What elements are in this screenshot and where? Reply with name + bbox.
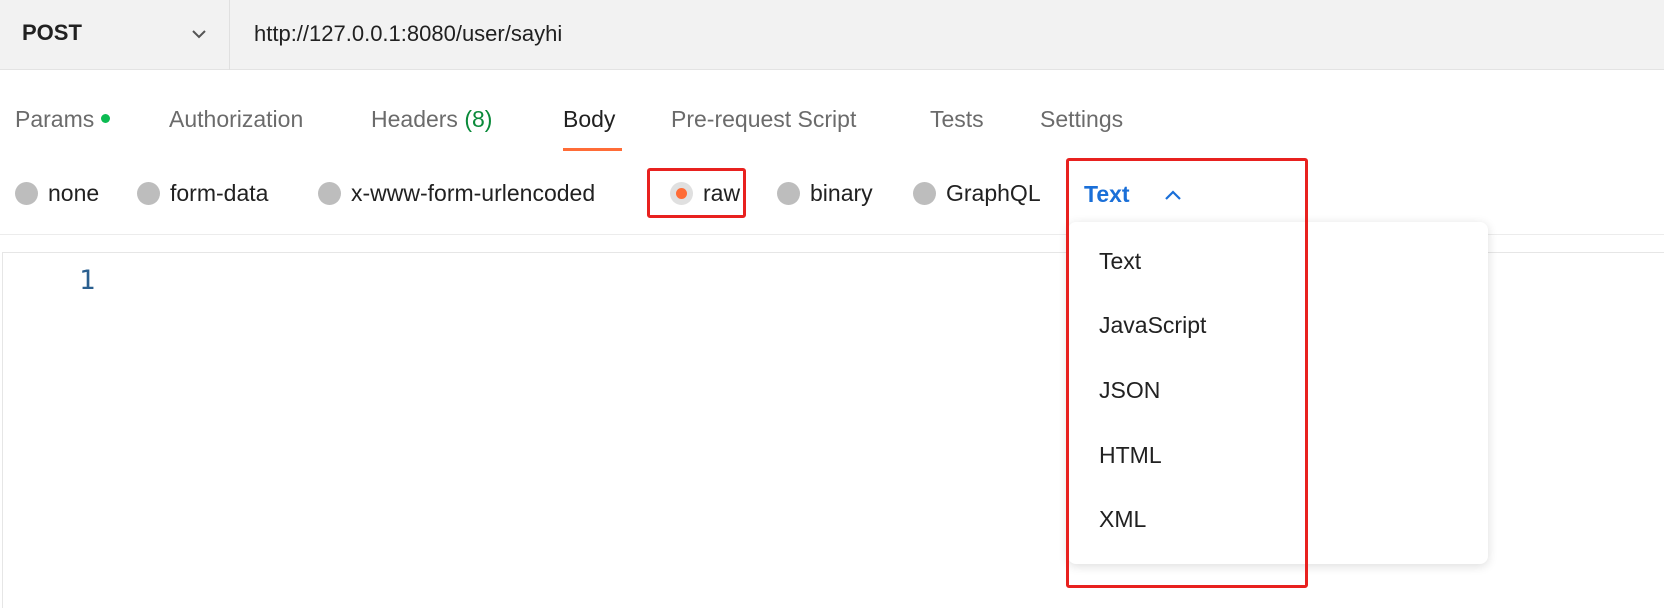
- raw-language-dropdown-menu: Text JavaScript JSON HTML XML: [1068, 222, 1488, 564]
- menu-item-label: JSON: [1099, 377, 1161, 403]
- body-type-raw-label: raw: [703, 180, 741, 206]
- menu-item-label: HTML: [1099, 442, 1162, 468]
- url-input[interactable]: [231, 0, 1661, 68]
- menu-item-xml[interactable]: XML: [1068, 492, 1488, 548]
- menu-item-label: XML: [1099, 506, 1147, 532]
- tab-pre-request-script[interactable]: Pre-request Script: [671, 106, 856, 133]
- body-type-binary-label: binary: [810, 180, 873, 206]
- request-bar: POST: [0, 0, 1664, 70]
- tab-headers-label: Headers: [371, 106, 458, 132]
- radio-button[interactable]: [137, 182, 160, 205]
- tab-authorization-label: Authorization: [169, 106, 304, 132]
- tab-headers[interactable]: Headers (8): [371, 106, 492, 133]
- radio-button-selected[interactable]: [670, 182, 693, 205]
- radio-button[interactable]: [777, 182, 800, 205]
- body-type-form-data-label: form-data: [170, 180, 269, 206]
- raw-language-selected-label: Text: [1084, 181, 1130, 207]
- chevron-down-icon: [192, 30, 206, 39]
- body-type-graphql-label: GraphQL: [946, 180, 1041, 206]
- method-select[interactable]: POST: [0, 0, 230, 70]
- tab-tests-label: Tests: [930, 106, 984, 132]
- tab-params-label: Params: [15, 106, 95, 132]
- tab-params[interactable]: Params: [15, 106, 111, 133]
- body-type-urlencoded-label: x-www-form-urlencoded: [351, 180, 596, 206]
- tab-settings[interactable]: Settings: [1040, 106, 1123, 133]
- menu-item-html[interactable]: HTML: [1068, 428, 1488, 484]
- line-number: 1: [79, 265, 96, 296]
- tab-authorization[interactable]: Authorization: [169, 106, 303, 133]
- menu-item-json[interactable]: JSON: [1068, 363, 1488, 419]
- headers-count-badge: (8): [464, 106, 493, 132]
- method-label: POST: [22, 20, 82, 45]
- chevron-up-icon: [1165, 190, 1181, 200]
- tab-body[interactable]: Body: [563, 106, 615, 133]
- radio-selected-dot: [676, 188, 687, 199]
- tab-settings-label: Settings: [1040, 106, 1124, 132]
- menu-item-label: Text: [1099, 248, 1142, 274]
- menu-item-javascript[interactable]: JavaScript: [1068, 298, 1488, 354]
- active-tab-indicator: [563, 148, 622, 151]
- menu-item-label: JavaScript: [1099, 312, 1207, 338]
- tab-pre-request-script-label: Pre-request Script: [671, 106, 857, 132]
- tab-tests[interactable]: Tests: [930, 106, 984, 133]
- body-type-none-label: none: [48, 180, 100, 206]
- radio-button[interactable]: [318, 182, 341, 205]
- menu-item-text[interactable]: Text: [1068, 234, 1488, 290]
- radio-button[interactable]: [15, 182, 38, 205]
- params-status-dot: [101, 114, 111, 124]
- raw-language-select[interactable]: Text: [1084, 177, 1194, 211]
- tab-body-label: Body: [563, 106, 616, 132]
- postman-request-editor: POST Params Authorization Headers (8) Bo…: [0, 0, 1664, 608]
- radio-button[interactable]: [913, 182, 936, 205]
